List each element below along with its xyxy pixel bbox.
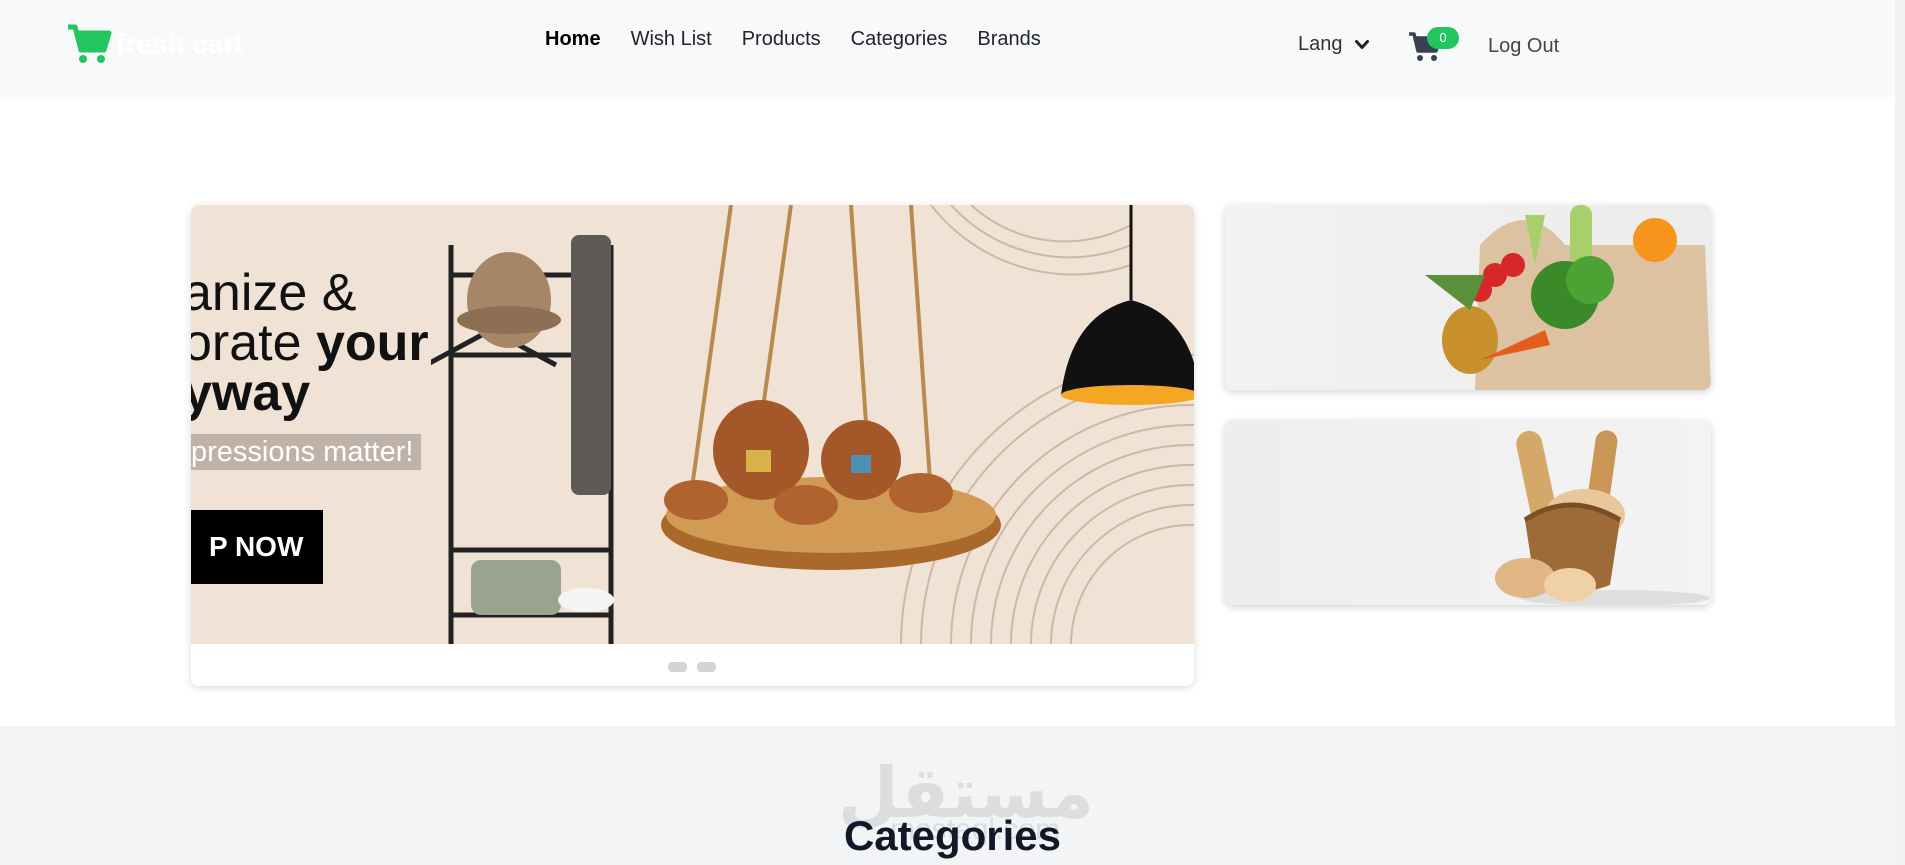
shop-now-button[interactable]: P NOW bbox=[191, 510, 323, 584]
navbar: fresh cart Home Wish List Products Categ… bbox=[0, 0, 1905, 97]
language-dropdown[interactable]: Lang bbox=[1298, 33, 1369, 56]
cart-button[interactable]: 0 bbox=[1408, 27, 1459, 67]
logout-link[interactable]: Log Out bbox=[1488, 35, 1559, 58]
brand-logo[interactable]: fresh cart bbox=[66, 24, 244, 64]
banner-bread[interactable] bbox=[1225, 420, 1711, 605]
banner-vegetables[interactable] bbox=[1225, 205, 1711, 390]
bread-basket-image bbox=[1495, 430, 1710, 605]
slide-headline-line3: yway bbox=[191, 364, 311, 422]
main-slider[interactable]: anize & orate your yway pressions matter… bbox=[191, 205, 1194, 686]
nav-brands[interactable]: Brands bbox=[977, 28, 1040, 50]
chevron-down-icon bbox=[1354, 39, 1369, 49]
nav-home[interactable]: Home bbox=[545, 28, 601, 50]
nav-products[interactable]: Products bbox=[742, 28, 821, 50]
slider-dot-1[interactable] bbox=[668, 662, 687, 672]
shopping-cart-icon bbox=[68, 24, 112, 63]
home-decor-illustration bbox=[431, 205, 1194, 644]
slide-headline-bold: your bbox=[315, 314, 429, 372]
slide-home-decor: anize & orate your yway pressions matter… bbox=[191, 205, 1194, 644]
vegetables-bag-image bbox=[1425, 205, 1711, 390]
page-scrollbar[interactable] bbox=[1895, 0, 1905, 865]
language-label: Lang bbox=[1298, 33, 1343, 55]
slider-dots bbox=[668, 662, 716, 672]
brand-name: fresh cart bbox=[116, 28, 244, 59]
nav-categories[interactable]: Categories bbox=[851, 28, 948, 50]
slider-dot-2[interactable] bbox=[697, 662, 716, 672]
categories-section: مستقل mostaql.com Categories bbox=[0, 726, 1905, 865]
cart-count-badge: 0 bbox=[1427, 27, 1459, 49]
slide-tagline: pressions matter! bbox=[191, 434, 422, 470]
categories-title: Categories bbox=[843, 812, 1062, 859]
nav-links: Home Wish List Products Categories Brand… bbox=[545, 28, 1041, 51]
nav-wish-list[interactable]: Wish List bbox=[631, 28, 712, 50]
